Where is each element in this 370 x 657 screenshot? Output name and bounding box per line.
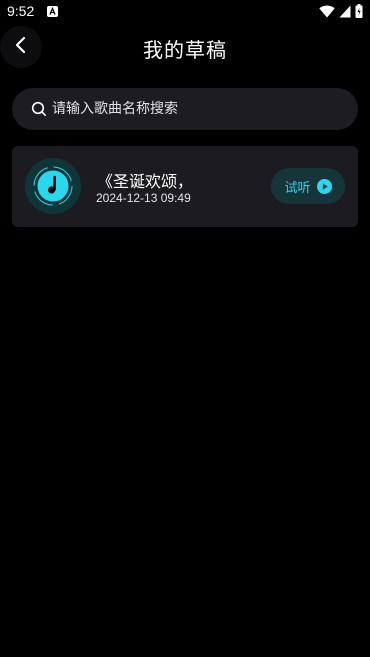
a-box-icon (47, 6, 58, 17)
draft-title: 《圣诞欢颂， (97, 172, 194, 191)
signal-icon (339, 3, 351, 22)
status-indicators (319, 3, 363, 22)
battery-icon (355, 3, 363, 22)
listen-label: 试听 (284, 180, 311, 196)
search-bar[interactable] (12, 88, 358, 130)
status-time: 9:52 (7, 3, 35, 19)
music-disc-icon (25, 158, 81, 214)
status-bar: 9:52 (0, 0, 370, 24)
draft-card[interactable]: 《圣诞欢颂， 2024-12-13 09:49 试听 (12, 146, 358, 227)
wifi-icon (319, 3, 335, 22)
listen-button[interactable]: 试听 (271, 168, 345, 204)
search-icon (31, 101, 47, 117)
header: 我的草稿 (0, 24, 370, 70)
draft-date: 2024-12-13 09:49 (96, 191, 191, 205)
play-circle-icon (316, 178, 332, 194)
page-title: 我的草稿 (143, 38, 227, 62)
search-input[interactable] (52, 94, 358, 124)
